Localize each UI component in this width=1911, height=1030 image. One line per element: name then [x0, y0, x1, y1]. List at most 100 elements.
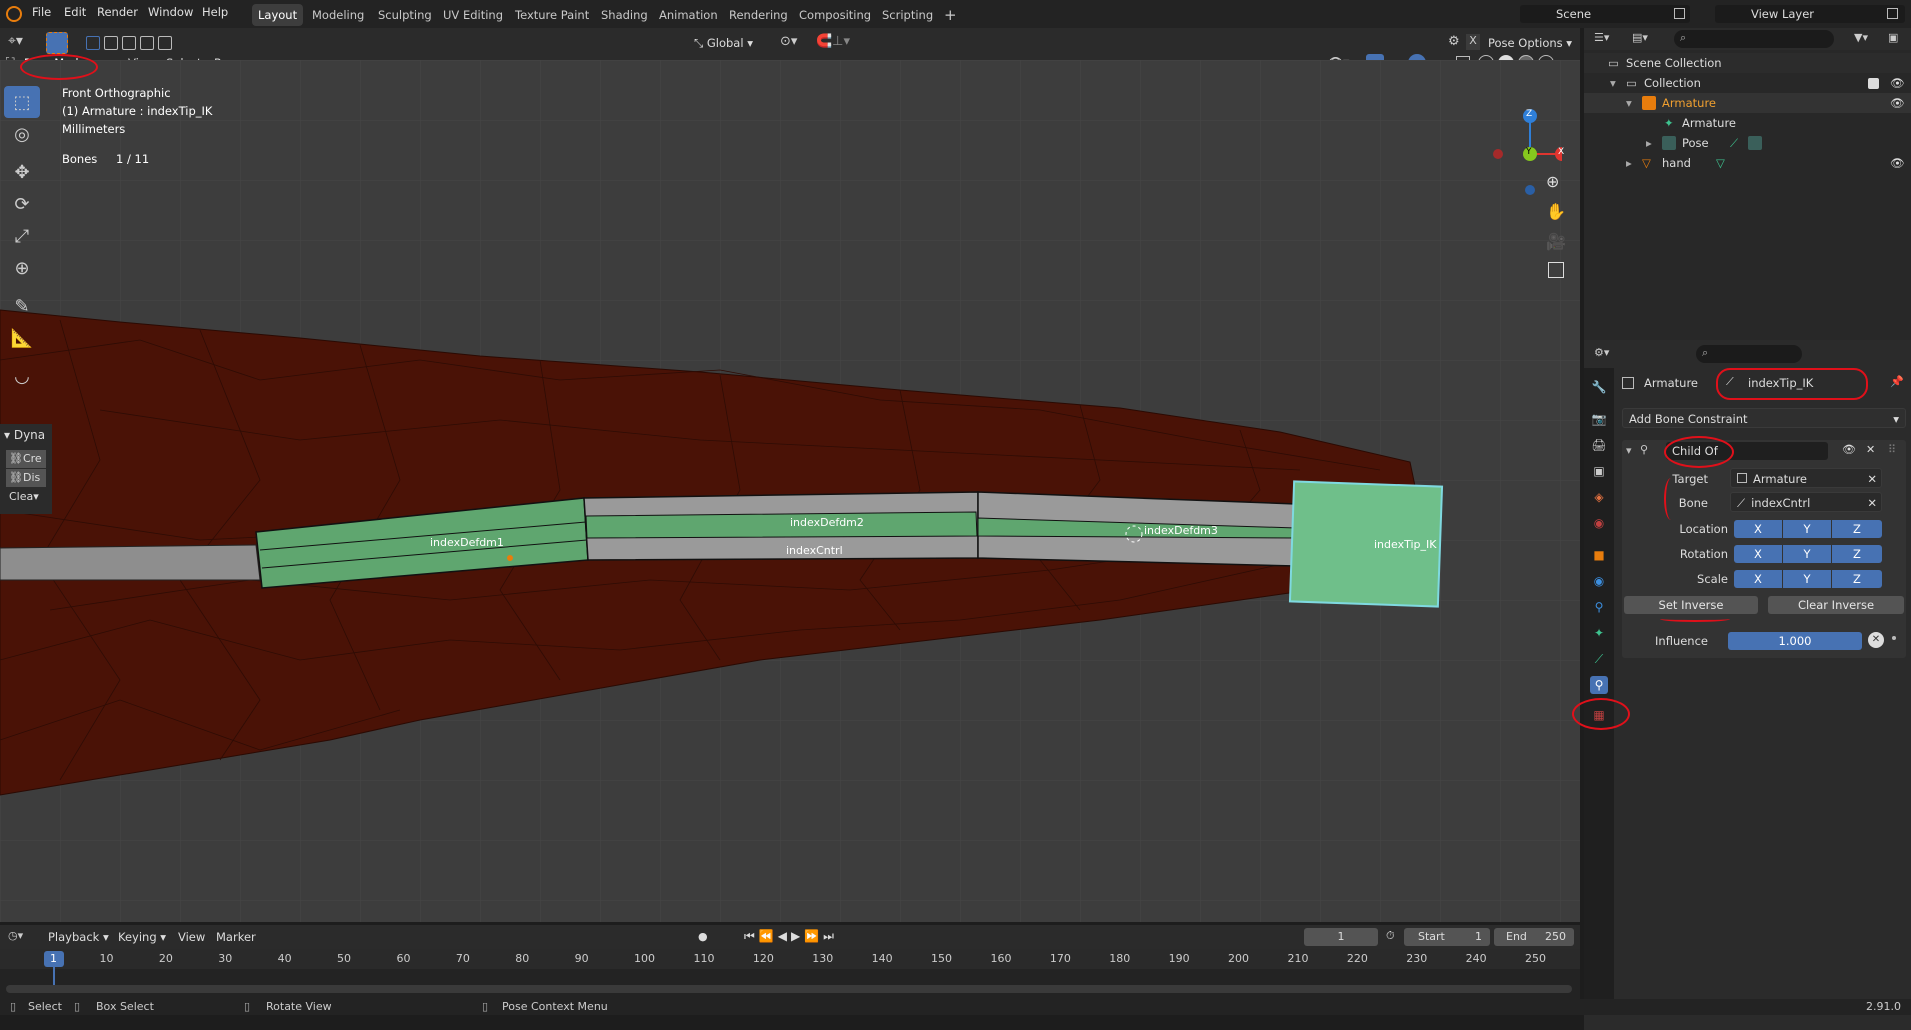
- tab-uv-editing[interactable]: UV Editing: [437, 4, 509, 26]
- select-tool-icon[interactable]: [46, 32, 68, 54]
- timeline-editor-icon[interactable]: ◷▾: [8, 929, 23, 942]
- eye-icon[interactable]: 👁: [1890, 73, 1905, 93]
- copy-icon[interactable]: [1887, 8, 1898, 19]
- perspective-grid-icon[interactable]: [1548, 262, 1564, 278]
- start-frame-field[interactable]: Start 1: [1404, 928, 1490, 946]
- tab-modeling[interactable]: Modeling: [306, 4, 370, 26]
- physics-tab-icon[interactable]: ◉: [1590, 572, 1608, 590]
- clear-target-icon[interactable]: ✕: [1867, 469, 1877, 489]
- disable-keep-transform-icon[interactable]: ✕: [1868, 632, 1884, 648]
- menu-window[interactable]: Window: [148, 5, 193, 19]
- timeline-view-menu[interactable]: View: [178, 930, 205, 944]
- measure-tool-icon[interactable]: 📐: [4, 322, 40, 354]
- eye-icon[interactable]: 👁: [1890, 93, 1905, 113]
- relax-pose-tool-icon[interactable]: ◡: [4, 360, 40, 392]
- tab-shading[interactable]: Shading: [595, 4, 654, 26]
- view-layer-selector[interactable]: View Layer: [1715, 5, 1905, 23]
- playback-menu[interactable]: Playback ▾: [48, 930, 109, 944]
- move-tool-icon[interactable]: ✥: [4, 156, 40, 188]
- outliner-row-pose[interactable]: ▸ Pose ⟋: [1584, 133, 1911, 153]
- bone-constraint-tab-icon[interactable]: ⚲: [1590, 676, 1608, 694]
- scene-selector[interactable]: Scene: [1520, 5, 1690, 23]
- select-box-tool-icon[interactable]: ⬚: [4, 86, 40, 118]
- pin-icon[interactable]: 📌: [1890, 375, 1904, 388]
- dyna-clea-dropdown[interactable]: Clea▾: [6, 488, 46, 506]
- zoom-icon[interactable]: ⊕: [1546, 172, 1559, 191]
- display-mode-icon[interactable]: ▤▾: [1632, 31, 1648, 44]
- select-mode-intersect-icon[interactable]: [158, 36, 172, 50]
- timeline[interactable]: 10 20 30 40 50 60 70 80 90 100 110 120 130 140 150 160 1…: [0, 949, 1580, 999]
- expand-icon[interactable]: ▸: [1646, 133, 1652, 153]
- copy-icon[interactable]: [1674, 8, 1685, 19]
- rotation-y-toggle[interactable]: Y: [1783, 545, 1831, 563]
- dyna-collapse-icon[interactable]: ▾: [4, 428, 14, 442]
- pivot-point-icon[interactable]: ⊙▾: [780, 34, 797, 49]
- select-mode-invert-icon[interactable]: [140, 36, 154, 50]
- annotate-tool-icon[interactable]: ✎: [4, 290, 40, 322]
- properties-editor-icon[interactable]: ⚙▾: [1594, 346, 1609, 359]
- location-z-toggle[interactable]: Z: [1832, 520, 1882, 538]
- rotation-z-toggle[interactable]: Z: [1832, 545, 1882, 563]
- output-tab-icon[interactable]: 🖨: [1590, 436, 1608, 454]
- timeline-marker-menu[interactable]: Marker: [216, 930, 256, 944]
- frame-ruler[interactable]: 10 20 30 40 50 60 70 80 90 100 110 120 130 140 150 160 1…: [0, 949, 1580, 969]
- object-constraint-tab-icon[interactable]: ⚲: [1590, 598, 1608, 616]
- breadcrumb-armature[interactable]: Armature: [1644, 376, 1698, 390]
- clear-inverse-button[interactable]: Clear Inverse: [1768, 596, 1904, 614]
- render-tab-icon[interactable]: 📷: [1590, 410, 1608, 428]
- preview-range-icon[interactable]: ⏱: [1386, 929, 1395, 943]
- location-x-toggle[interactable]: X: [1734, 520, 1782, 538]
- 3d-viewport[interactable]: Front Orthographic (1) Armature : indexT…: [0, 60, 1580, 922]
- close-icon[interactable]: X: [1466, 34, 1480, 50]
- transform-orientation-dropdown[interactable]: ⤡ Global ▾: [694, 33, 772, 53]
- scale-y-toggle[interactable]: Y: [1783, 570, 1831, 588]
- add-bone-constraint-dropdown[interactable]: Add Bone Constraint ▾: [1622, 408, 1906, 428]
- checkbox-icon[interactable]: [1868, 78, 1879, 89]
- snap-icon[interactable]: 🧲⊥▾: [816, 34, 850, 49]
- eye-icon[interactable]: 👁: [1890, 153, 1905, 173]
- outliner-editor-icon[interactable]: ☰▾: [1594, 31, 1609, 44]
- select-mode-new-icon[interactable]: [86, 36, 100, 50]
- tool-tab-icon[interactable]: 🔧: [1590, 378, 1608, 396]
- tab-scripting[interactable]: Scripting: [876, 4, 939, 26]
- bone-tab-icon[interactable]: ⟋: [1590, 650, 1608, 668]
- eye-icon[interactable]: 👁: [1842, 443, 1856, 456]
- tab-layout[interactable]: Layout: [252, 4, 304, 26]
- target-field[interactable]: Armature ✕: [1730, 468, 1882, 488]
- cursor-tool-icon[interactable]: ◎: [4, 118, 40, 150]
- select-mode-subtract-icon[interactable]: [122, 36, 136, 50]
- dyna-cre-button[interactable]: ⛓Cre: [6, 450, 46, 468]
- set-inverse-button[interactable]: Set Inverse: [1624, 596, 1758, 614]
- pan-hand-icon[interactable]: ✋: [1546, 202, 1566, 221]
- scale-x-toggle[interactable]: X: [1734, 570, 1782, 588]
- scale-z-toggle[interactable]: Z: [1832, 570, 1882, 588]
- camera-icon[interactable]: 🎥: [1546, 232, 1566, 251]
- transform-tool-icon[interactable]: ⊕: [4, 252, 40, 284]
- outliner-row-collection[interactable]: ▾ ▭ Collection 👁: [1584, 73, 1911, 93]
- playback-controls[interactable]: ⏮⏪◀▶⏩⏭: [744, 929, 838, 944]
- object-tab-icon[interactable]: ■: [1590, 546, 1608, 564]
- world-tab-icon[interactable]: ◉: [1590, 514, 1608, 532]
- location-y-toggle[interactable]: Y: [1783, 520, 1831, 538]
- menu-help[interactable]: Help: [202, 5, 228, 19]
- add-workspace-icon[interactable]: +: [938, 4, 963, 26]
- pose-options-dropdown[interactable]: Pose Options ▾: [1488, 33, 1574, 53]
- current-frame-field[interactable]: 1: [1304, 928, 1378, 946]
- menu-render[interactable]: Render: [97, 5, 138, 19]
- outliner-row-armature-object[interactable]: ▾ Armature 👁: [1584, 93, 1911, 113]
- editor-type-icon[interactable]: ⌖▾: [8, 33, 36, 53]
- end-frame-field[interactable]: End 250: [1494, 928, 1574, 946]
- expand-icon[interactable]: ▾: [1626, 93, 1632, 113]
- rotation-x-toggle[interactable]: X: [1734, 545, 1782, 563]
- expand-icon[interactable]: ▸: [1626, 153, 1632, 173]
- tab-compositing[interactable]: Compositing: [793, 4, 877, 26]
- bone-field[interactable]: ⟋ indexCntrl ✕: [1730, 492, 1882, 512]
- properties-search-input[interactable]: ⌕: [1696, 345, 1802, 363]
- scale-tool-icon[interactable]: ⤢: [4, 220, 40, 252]
- influence-slider[interactable]: 1.000: [1728, 632, 1862, 650]
- outliner-row-hand[interactable]: ▸ ▽ hand ▽ 👁: [1584, 153, 1911, 173]
- close-icon[interactable]: ✕: [1866, 443, 1875, 456]
- tab-animation[interactable]: Animation: [653, 4, 724, 26]
- clear-bone-icon[interactable]: ✕: [1867, 493, 1877, 513]
- new-collection-icon[interactable]: ▣: [1888, 31, 1898, 44]
